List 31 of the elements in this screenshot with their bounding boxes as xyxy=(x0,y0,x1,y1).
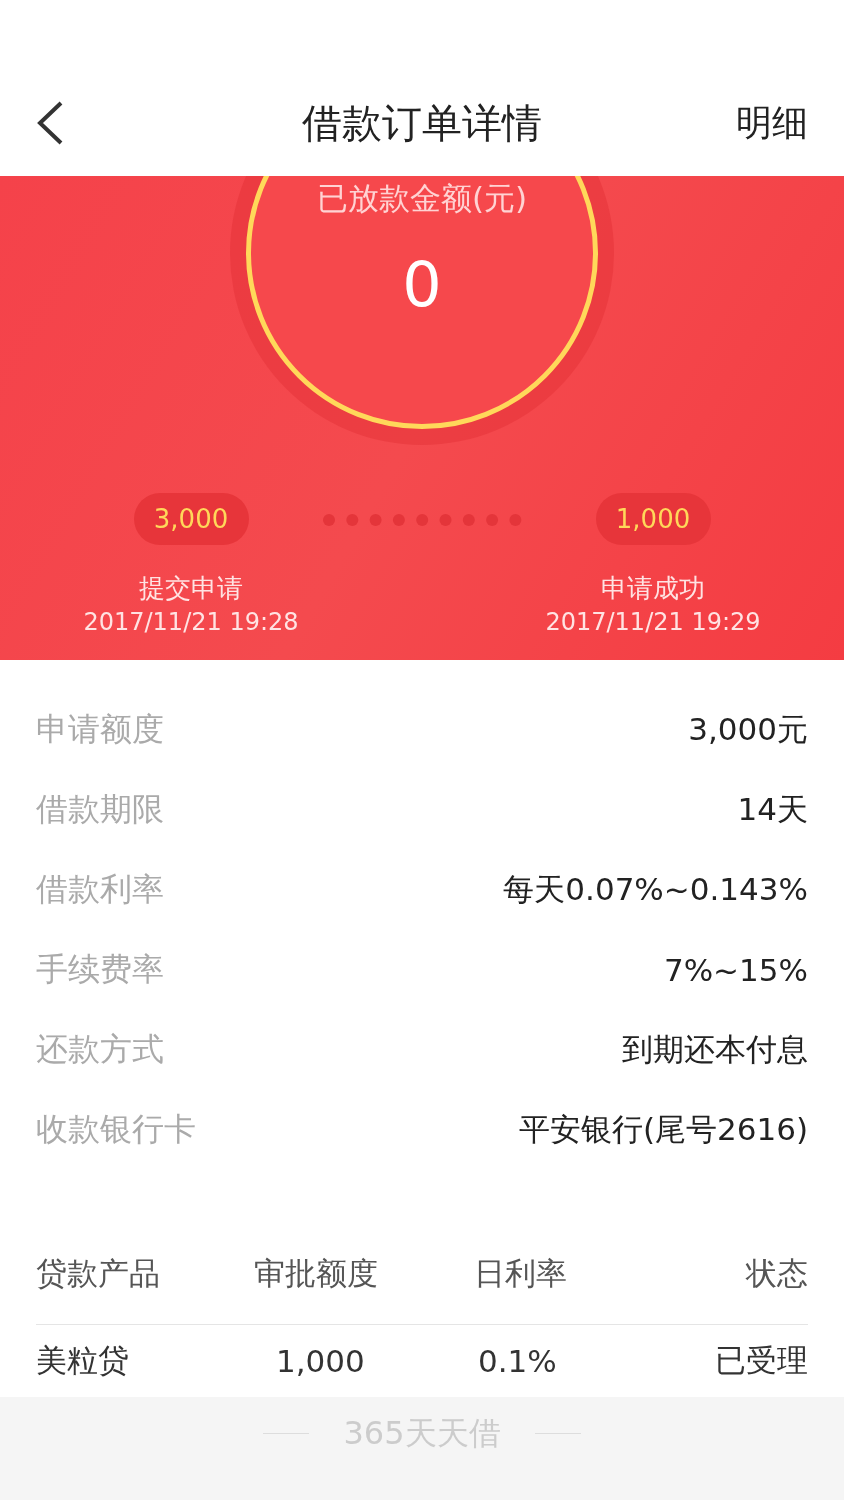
amount-label: 已放款金额(元) xyxy=(316,179,528,218)
step-time: 2017/11/21 19:28 xyxy=(83,608,299,636)
page-title: 借款订单详情 xyxy=(302,98,542,148)
step-label: 申请成功 xyxy=(601,572,705,605)
back-icon[interactable] xyxy=(36,100,64,146)
detail-link[interactable]: 明细 xyxy=(736,98,808,148)
step-label: 提交申请 xyxy=(139,572,243,605)
detail-label: 借款期限 xyxy=(36,789,164,830)
column-header: 审批额度 xyxy=(253,1254,378,1293)
table-cell-text: 美粒贷 xyxy=(36,1341,129,1380)
detail-label: 借款利率 xyxy=(36,869,164,910)
table-cell-text: 1,000 xyxy=(275,1343,365,1379)
amount-pill: 3,000 xyxy=(133,493,249,545)
detail-label: 还款方式 xyxy=(36,1029,164,1070)
column-header: 日利率 xyxy=(473,1254,567,1293)
detail-label: 手续费率 xyxy=(36,949,164,990)
detail-value: 每天0.07%~0.143% xyxy=(503,870,808,909)
amount-value: 0 xyxy=(402,248,442,321)
table-cell-text: 0.1% xyxy=(477,1343,557,1379)
detail-label: 收款银行卡 xyxy=(36,1109,196,1150)
detail-value: 14天 xyxy=(737,790,808,829)
step-time: 2017/11/21 19:29 xyxy=(545,608,761,636)
amount-pill: 1,000 xyxy=(595,493,711,545)
detail-value: 到期还本付息 xyxy=(622,1030,808,1069)
detail-value: 3,000元 xyxy=(688,710,808,749)
column-header: 状态 xyxy=(746,1254,808,1293)
detail-label: 申请额度 xyxy=(36,709,164,750)
detail-value: 平安银行(尾号2616) xyxy=(518,1110,808,1149)
table-cell-text: 已受理 xyxy=(715,1341,808,1380)
detail-value: 7%~15% xyxy=(663,952,808,988)
column-header: 贷款产品 xyxy=(36,1254,160,1293)
